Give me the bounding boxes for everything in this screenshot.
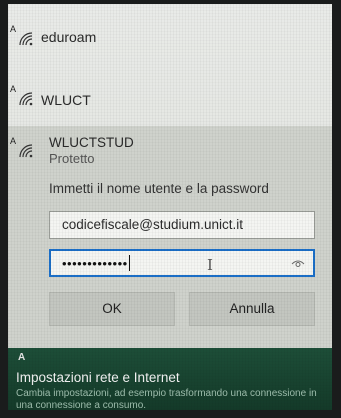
network-settings-link[interactable]: A Impostazioni rete e Internet Cambia im… [8,348,332,410]
wifi-secured-icon: A [10,136,36,160]
wifi-secured-icon: A [10,84,36,108]
settings-title: Impostazioni rete e Internet [16,370,180,385]
text-caret [128,255,130,271]
network-item-wluctstud: A WLUCTSTUD Protetto Immetti il nome ute… [8,126,332,348]
network-security-status: Protetto [49,151,95,166]
settings-description: Cambia impostazioni, ad esempio trasform… [16,388,317,410]
network-name: eduroam [41,29,97,45]
network-item-wluct[interactable]: A WLUCT [8,64,332,126]
network-name: WLUCT [41,92,91,108]
password-field[interactable]: ••••••••••••• I [49,249,315,277]
cancel-button[interactable]: Annulla [189,292,315,326]
svg-text:A: A [10,84,16,94]
wifi-secured-icon: A [10,24,36,48]
eye-icon[interactable] [291,257,305,269]
ok-button[interactable]: OK [49,292,175,326]
credentials-prompt: Immetti il nome utente e la password [49,181,269,196]
text-cursor-icon: I [207,256,213,274]
svg-text:A: A [10,136,16,146]
network-item-eduroam[interactable]: A eduroam [8,4,332,64]
username-field[interactable]: codicefiscale@studium.unict.it [49,211,315,239]
svg-text:A: A [10,24,16,34]
network-flyout: A eduroam A WLUCT A WLUCTSTUD Protetto I… [8,4,332,410]
settings-badge: A [18,352,26,363]
network-name: WLUCTSTUD [49,135,134,150]
password-value: ••••••••••••• [62,256,128,271]
